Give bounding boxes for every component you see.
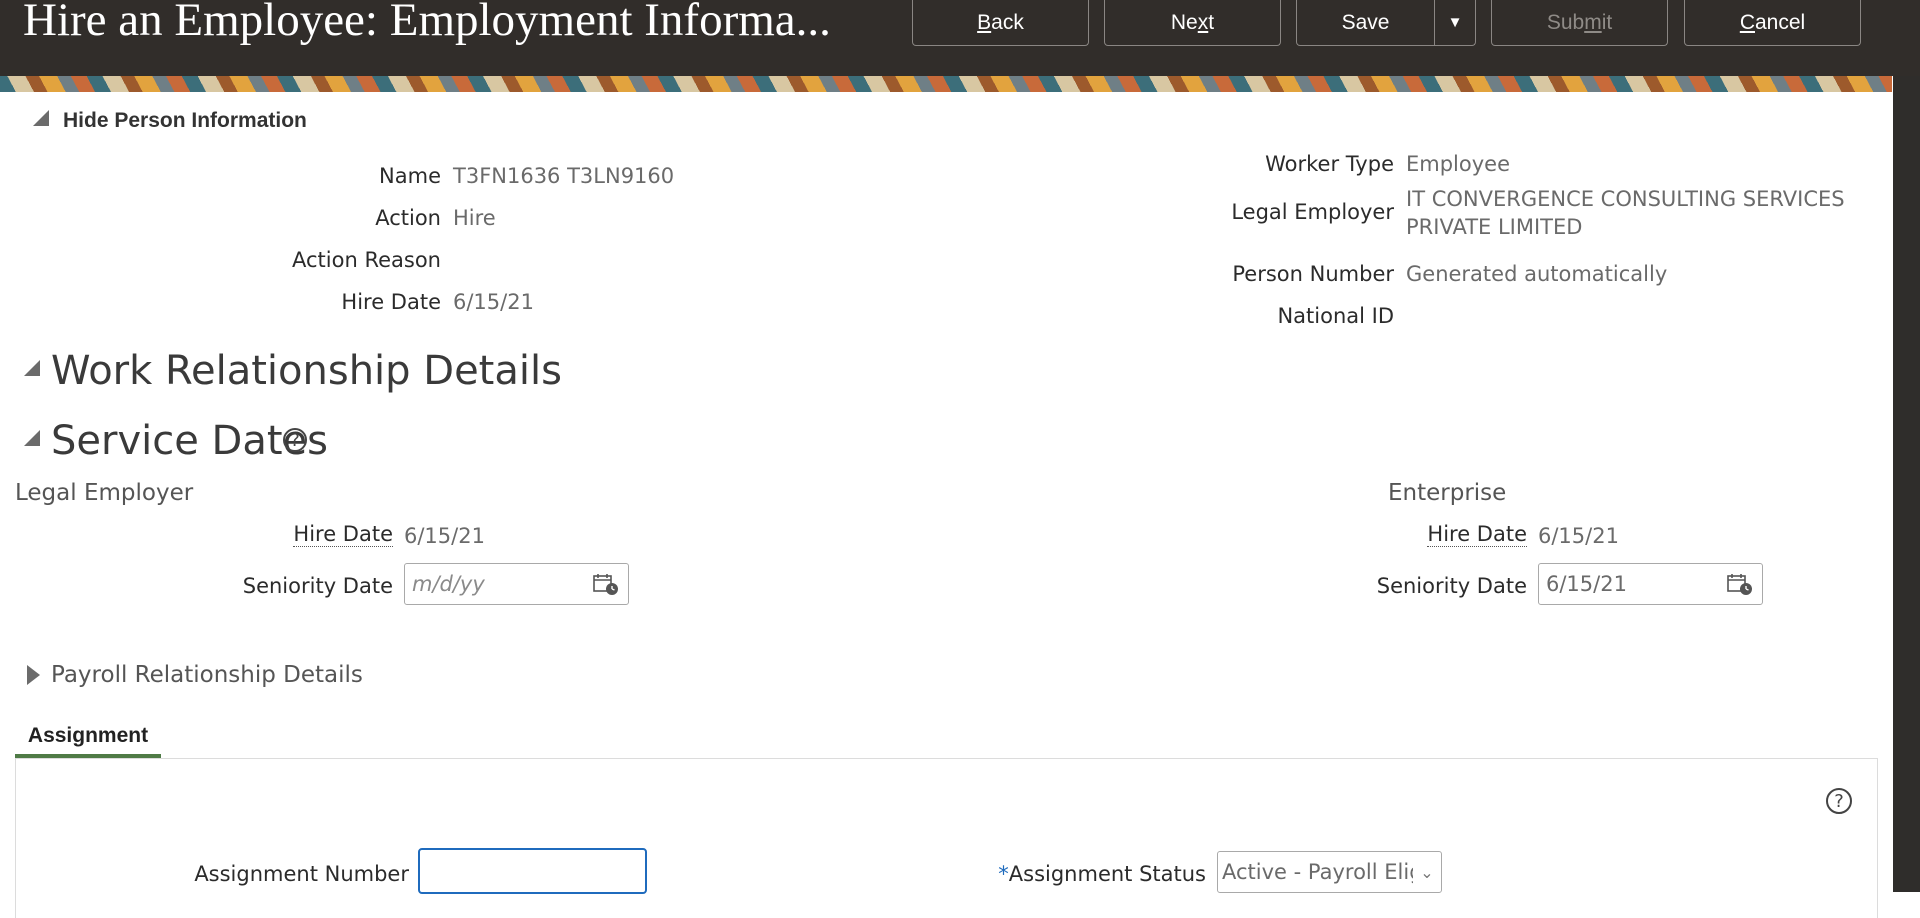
save-split-button: Save ▼ (1296, 0, 1476, 46)
submit-button[interactable]: Sub m it (1491, 0, 1668, 46)
action-label: Action (375, 206, 441, 230)
hire-date-label: Hire Date (341, 290, 441, 314)
back-label-post: ack (991, 10, 1024, 34)
legal-employer-subheading: Legal Employer (15, 480, 194, 506)
back-label-accel: B (977, 10, 992, 34)
required-marker: * (998, 862, 1009, 886)
national-id-label: National ID (1277, 304, 1394, 328)
assignment-status-label: *Assignment Status (960, 862, 1206, 886)
save-menu-chevron-icon[interactable]: ▼ (1435, 0, 1475, 45)
submit-label-accel: m (1584, 10, 1602, 34)
enterprise-subheading: Enterprise (1388, 480, 1507, 506)
le-seniority-date-placeholder: m/d/yy (412, 572, 485, 596)
le-hire-date-value: 6/15/21 (404, 524, 485, 548)
ent-seniority-date-value: 6/15/21 (1546, 572, 1627, 596)
person-number-label: Person Number (1232, 262, 1394, 286)
submit-label-pre: Sub (1546, 10, 1585, 34)
action-reason-label: Action Reason (292, 248, 441, 272)
cancel-label-accel: C (1739, 10, 1755, 34)
ent-seniority-date-label: Seniority Date (1376, 574, 1527, 598)
header-bar: Hire an Employee: Employment Informa... … (0, 0, 1920, 76)
ent-hire-date-label-text: Hire Date (1427, 522, 1527, 547)
decorative-banner (0, 76, 1892, 92)
hire-date-value: 6/15/21 (453, 290, 534, 314)
legal-employer-value-line2: PRIVATE LIMITED (1406, 215, 1583, 239)
assignment-status-select[interactable]: Active - Payroll Elig ⌄ (1217, 851, 1442, 893)
assignment-status-value: Active - Payroll Elig (1222, 860, 1413, 884)
worker-type-value: Employee (1406, 152, 1511, 176)
submit-label-post: it (1601, 10, 1613, 34)
assignment-number-input[interactable] (418, 848, 647, 894)
chevron-down-icon[interactable]: ⌄ (1413, 863, 1441, 882)
le-hire-date-label-text: Hire Date (293, 522, 393, 547)
le-hire-date-label: Hire Date (200, 522, 393, 547)
save-button[interactable]: Save (1297, 0, 1435, 45)
next-label-pre: Ne (1170, 10, 1198, 34)
le-seniority-date-label: Seniority Date (242, 574, 393, 598)
worker-type-label: Worker Type (1265, 152, 1394, 176)
assignment-panel (15, 758, 1878, 918)
ent-hire-date-label: Hire Date (1330, 522, 1527, 547)
cancel-button[interactable]: Cancel (1684, 0, 1861, 46)
name-value: T3FN1636 T3LN9160 (453, 164, 675, 188)
name-label: Name (379, 164, 441, 188)
triangle-right-icon[interactable] (27, 665, 40, 685)
person-number-value: Generated automatically (1406, 262, 1668, 286)
calendar-icon[interactable] (1727, 572, 1753, 596)
ent-seniority-date-input[interactable]: 6/15/21 (1538, 563, 1763, 605)
assignment-number-label: Assignment Number (194, 862, 409, 886)
next-label-accel: x (1197, 10, 1209, 34)
calendar-icon[interactable] (593, 572, 619, 596)
assignment-status-label-text: Assignment Status (1008, 862, 1206, 886)
legal-employer-label: Legal Employer (1231, 200, 1394, 224)
hide-person-info-toggle[interactable]: Hide Person Information (63, 109, 307, 133)
le-seniority-date-input[interactable]: m/d/yy (404, 563, 629, 605)
triangle-down-icon[interactable] (33, 110, 49, 126)
ent-hire-date-value: 6/15/21 (1538, 524, 1619, 548)
work-relationship-heading[interactable]: Work Relationship Details (51, 348, 562, 394)
page-edge (1893, 76, 1920, 892)
next-button[interactable]: Ne x t (1104, 0, 1281, 46)
triangle-down-icon[interactable] (24, 430, 40, 446)
cancel-label-post: ancel (1754, 10, 1806, 34)
page-title: Hire an Employee: Employment Informa... (23, 0, 831, 46)
legal-employer-value-line1: IT CONVERGENCE CONSULTING SERVICES (1406, 187, 1845, 211)
help-icon[interactable]: ? (1826, 788, 1852, 814)
help-icon[interactable]: ? (283, 428, 307, 452)
next-label-post: t (1208, 10, 1215, 34)
triangle-down-icon[interactable] (24, 360, 40, 376)
tab-assignment[interactable]: Assignment (15, 718, 161, 758)
back-button[interactable]: Back (912, 0, 1089, 46)
payroll-relationship-heading[interactable]: Payroll Relationship Details (51, 662, 363, 688)
action-value: Hire (453, 206, 496, 230)
